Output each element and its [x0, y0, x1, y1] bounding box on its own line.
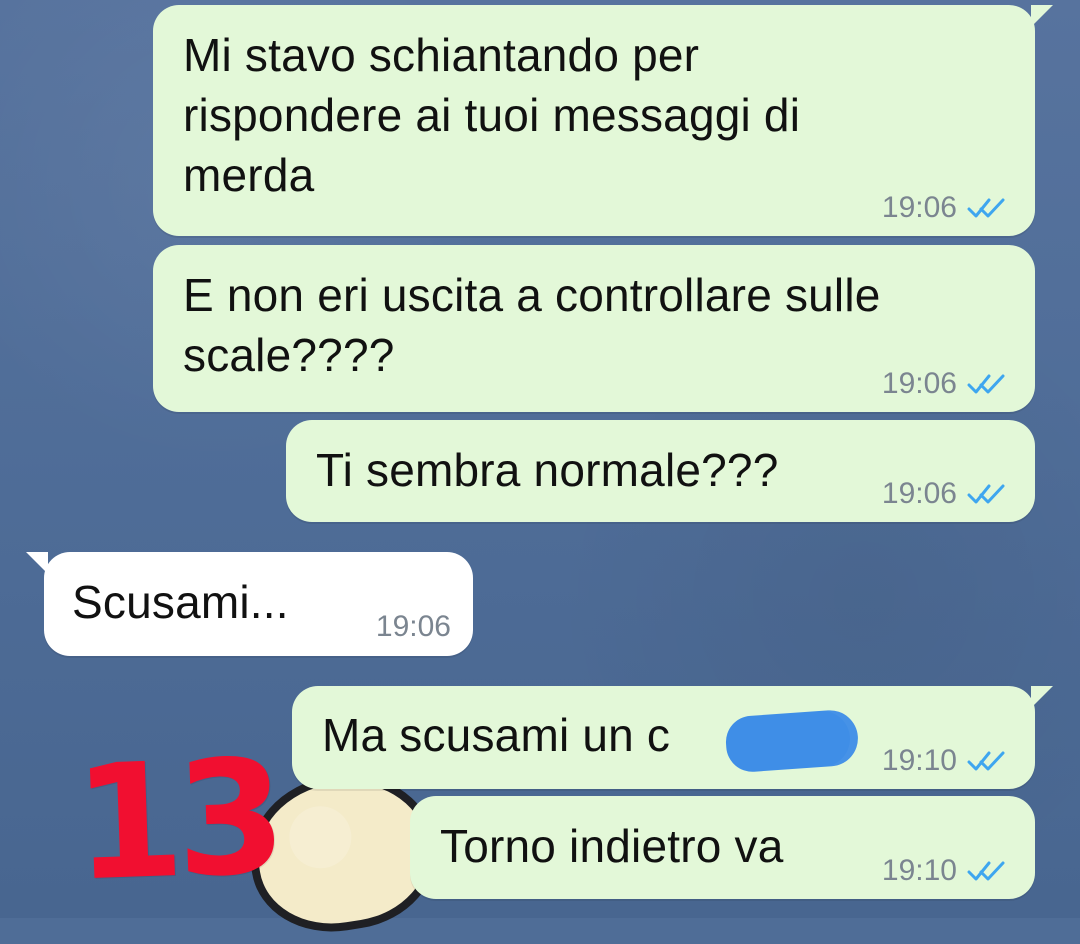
- sticker-highlight: [284, 801, 356, 873]
- message-text-2: E non eri uscita a controllare sulle sca…: [183, 269, 881, 381]
- double-check-icon: [967, 861, 1005, 881]
- message-meta-5: 19:10: [882, 746, 1007, 776]
- message-time-1: 19:06: [881, 191, 957, 224]
- message-bubble-5: Ma scusami un c 19:10: [292, 686, 1053, 789]
- censor-blob: [724, 708, 860, 774]
- message-time-3: 19:06: [881, 477, 957, 510]
- message-bubble-1: Mi stavo schiantando per rispondere ai t…: [153, 5, 1053, 236]
- double-check-icon: [967, 751, 1005, 771]
- message-bubble-6: Torno indietro va 19:10: [410, 796, 1035, 899]
- message-text-6: Torno indietro va: [440, 820, 784, 872]
- message-meta-4: 19:06: [376, 612, 451, 642]
- message-text-5: Ma scusami un c: [322, 709, 671, 761]
- message-bubble-4: Scusami... 19:06: [26, 552, 473, 656]
- message-time-2: 19:06: [881, 367, 957, 400]
- double-check-icon: [967, 198, 1005, 218]
- message-meta-3: 19:06: [882, 479, 1007, 509]
- double-check-icon: [967, 374, 1005, 394]
- message-text-1: Mi stavo schiantando per rispondere ai t…: [183, 29, 801, 201]
- message-time-5: 19:10: [881, 744, 957, 777]
- message-meta-6: 19:10: [882, 856, 1007, 886]
- message-bubble-2: E non eri uscita a controllare sulle sca…: [153, 245, 1035, 412]
- message-time-6: 19:10: [881, 854, 957, 887]
- double-check-icon: [967, 484, 1005, 504]
- message-meta-2: 19:06: [882, 369, 1007, 399]
- message-meta-1: 19:06: [882, 193, 1007, 223]
- message-text-3: Ti sembra normale???: [316, 444, 779, 496]
- red-annotation: 13: [70, 725, 282, 917]
- message-bubble-3: Ti sembra normale??? 19:06: [286, 420, 1035, 522]
- message-time-4: 19:06: [375, 610, 451, 643]
- message-text-4: Scusami...: [72, 576, 289, 628]
